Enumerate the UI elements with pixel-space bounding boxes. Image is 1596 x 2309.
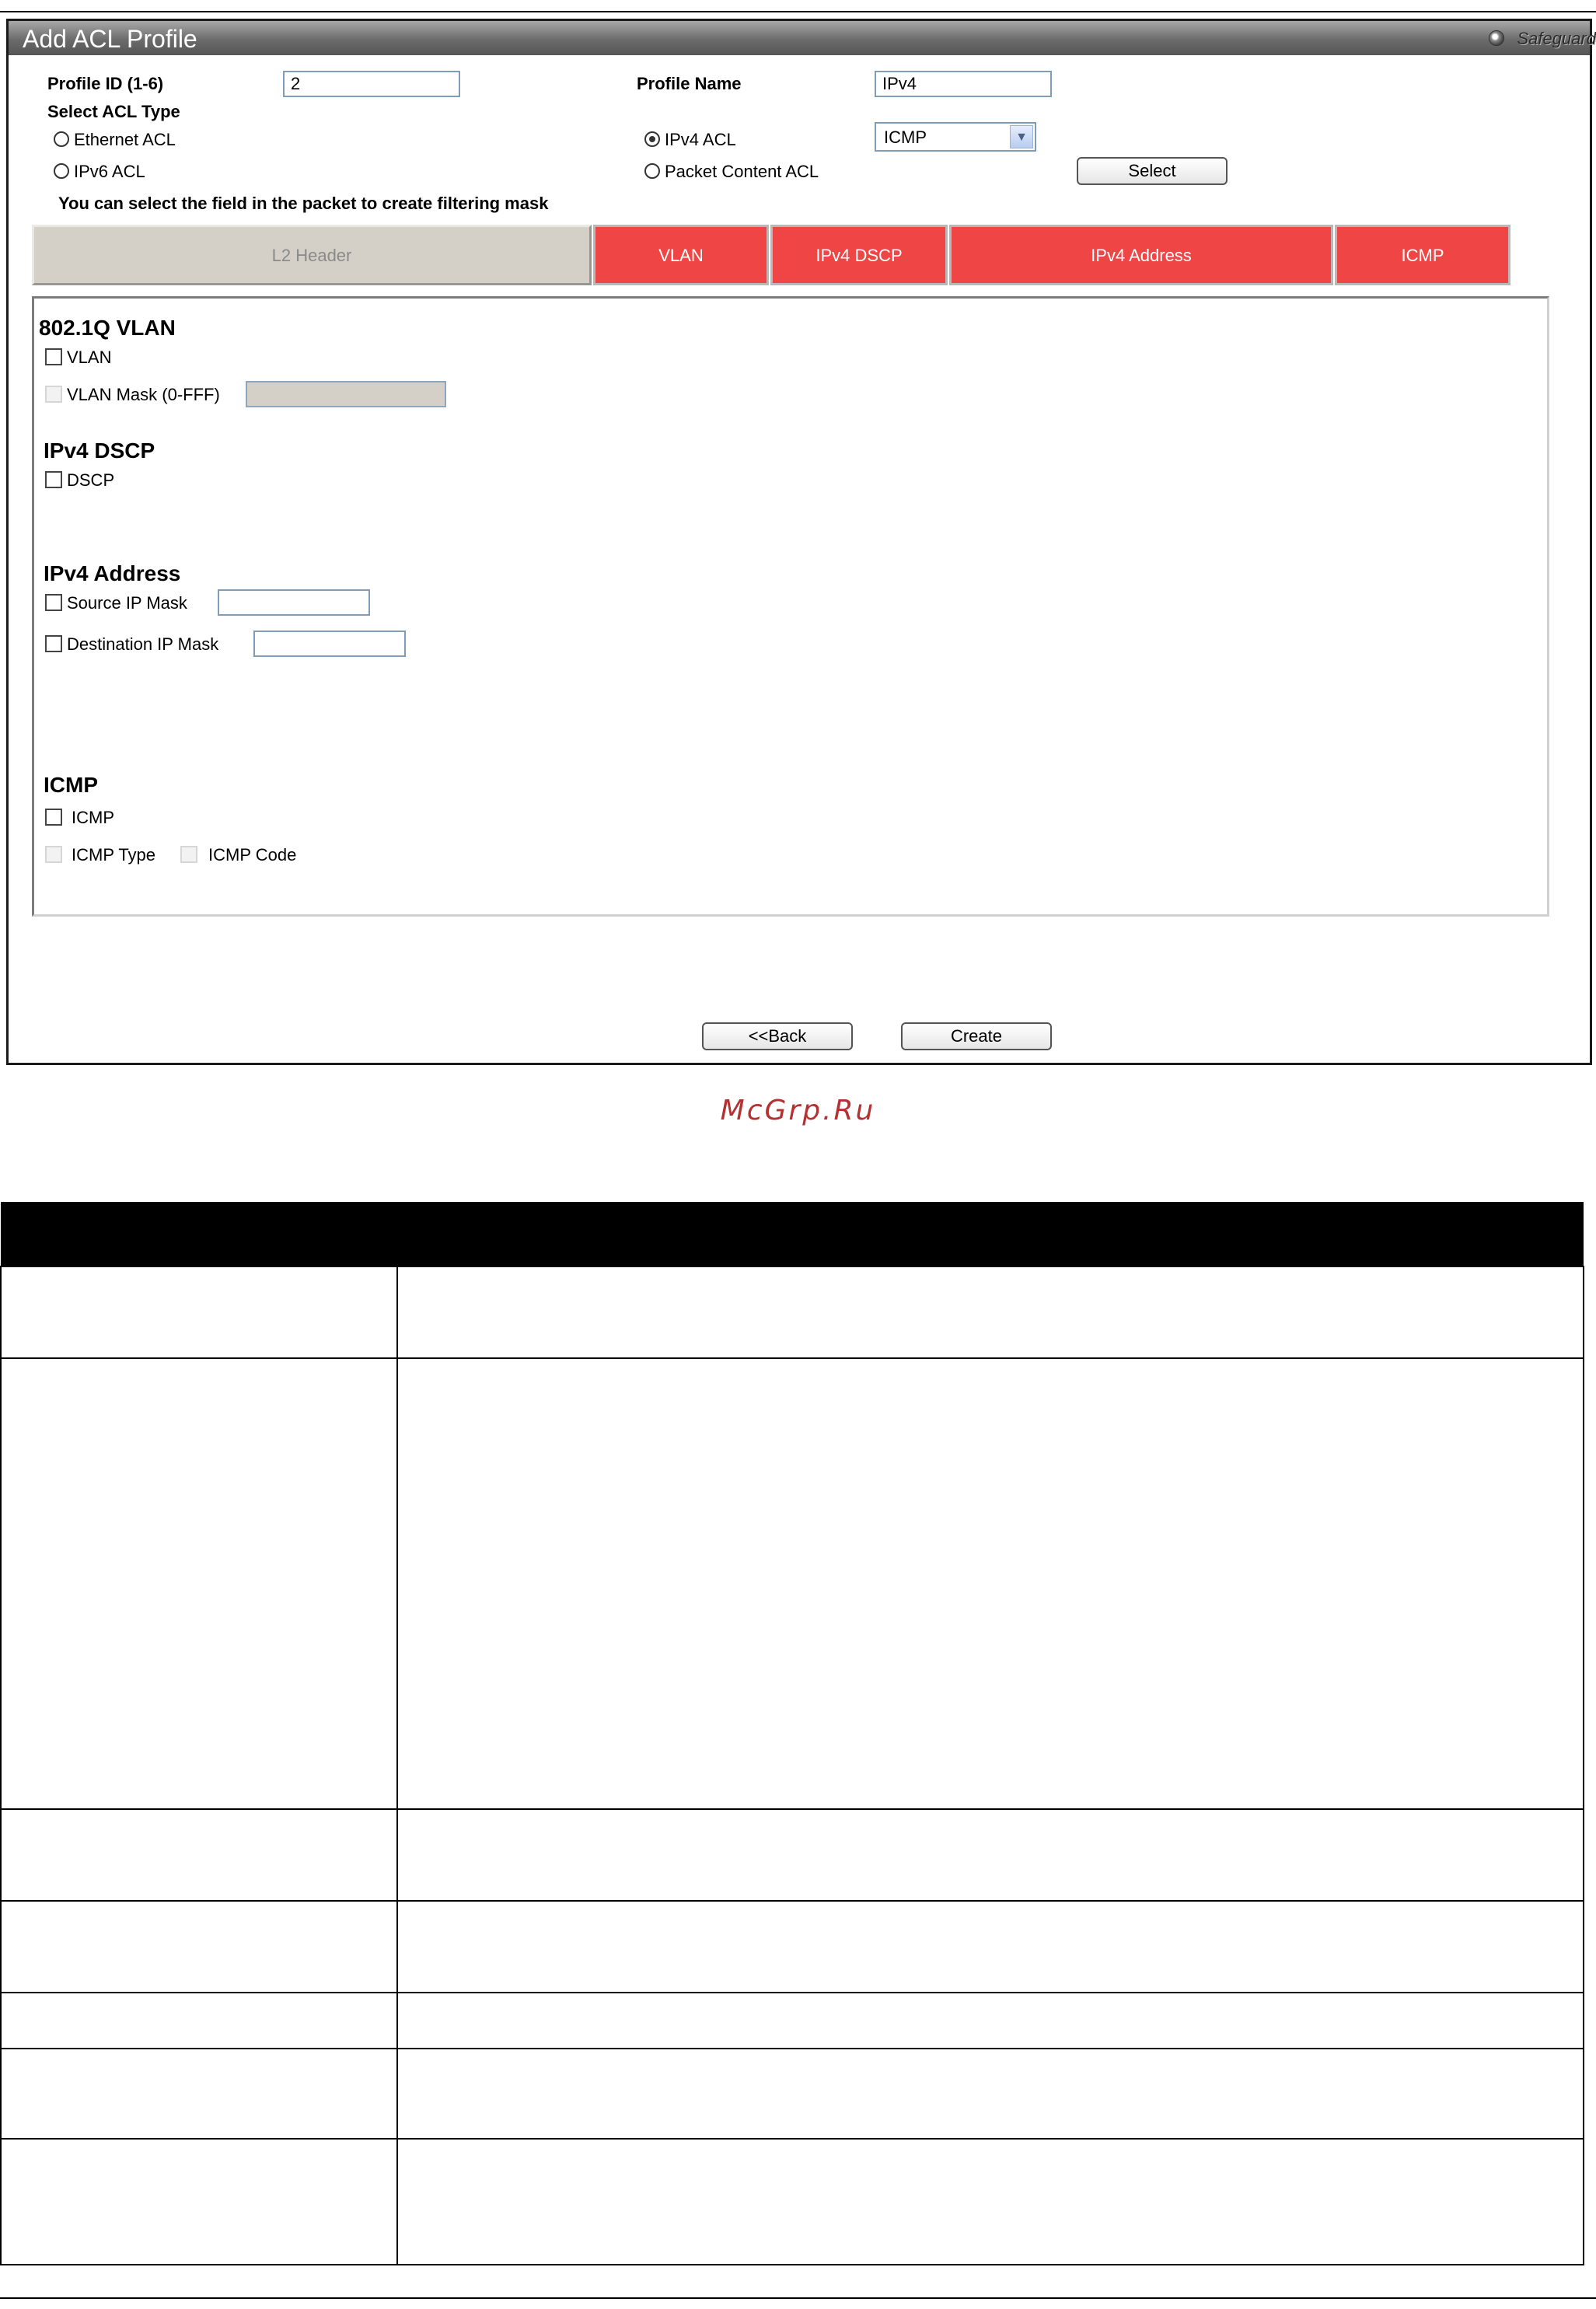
vlan-checkbox[interactable] bbox=[45, 348, 62, 365]
add-acl-profile-panel: Add ACL Profile Safeguard Profile ID (1-… bbox=[6, 19, 1596, 1065]
dscp-checkbox-label: DSCP bbox=[67, 470, 115, 490]
panel-title-bar: Add ACL Profile Safeguard bbox=[9, 21, 1596, 55]
source-ip-mask-label: Source IP Mask bbox=[67, 593, 187, 613]
table-row bbox=[0, 1357, 1584, 1810]
source-ip-mask-checkbox[interactable] bbox=[45, 594, 62, 611]
vlan-mask-label: VLAN Mask (0-FFF) bbox=[67, 385, 220, 404]
icmp-checkbox-label: ICMP bbox=[72, 808, 114, 827]
ipv4-address-section-title: IPv4 Address bbox=[44, 561, 181, 585]
vlan-mask-input[interactable] bbox=[246, 381, 446, 407]
tab-l2-header[interactable]: L2 Header bbox=[32, 225, 592, 285]
table-cell bbox=[0, 1357, 398, 1810]
safeguard-label: Safeguard bbox=[1517, 29, 1596, 48]
icmp-checkbox[interactable] bbox=[45, 809, 62, 826]
back-button[interactable]: <<Back bbox=[702, 1022, 853, 1050]
icmp-type-checkbox[interactable] bbox=[45, 846, 62, 863]
table-cell bbox=[0, 2048, 398, 2140]
dscp-checkbox[interactable] bbox=[45, 471, 62, 488]
filter-mask-area: 802.1Q VLAN VLAN VLAN Mask (0-FFF) IPv4 … bbox=[32, 296, 1549, 917]
ethernet-acl-radio[interactable] bbox=[54, 131, 69, 147]
icmp-section-title: ICMP bbox=[44, 773, 98, 797]
tab-ipv4-address[interactable]: IPv4 Address bbox=[949, 225, 1333, 285]
table-row bbox=[0, 1900, 1584, 1993]
table-header-row bbox=[1, 1202, 1584, 1266]
table-cell bbox=[396, 2048, 1584, 2140]
packet-content-acl-label: Packet Content ACL bbox=[665, 162, 819, 181]
table-cell bbox=[396, 2138, 1584, 2265]
table-header-cell bbox=[397, 1202, 1584, 1266]
ipv6-acl-label: IPv6 ACL bbox=[74, 162, 145, 181]
protocol-select-value: ICMP bbox=[884, 128, 927, 147]
table-row bbox=[0, 1992, 1584, 2049]
dscp-section-title: IPv4 DSCP bbox=[44, 438, 155, 463]
table-cell bbox=[0, 2138, 398, 2265]
tab-ipv4-dscp[interactable]: IPv4 DSCP bbox=[770, 225, 948, 285]
table-row bbox=[0, 2048, 1584, 2140]
field-hint-text: You can select the field in the packet t… bbox=[58, 194, 549, 213]
source-ip-mask-input[interactable] bbox=[218, 589, 370, 616]
destination-ip-mask-checkbox[interactable] bbox=[45, 635, 62, 652]
vlan-checkbox-label: VLAN bbox=[67, 348, 112, 367]
tab-icmp[interactable]: ICMP bbox=[1335, 225, 1510, 285]
table-header-cell bbox=[1, 1202, 397, 1266]
table-cell bbox=[396, 1357, 1584, 1810]
select-acl-type-label: Select ACL Type bbox=[47, 102, 180, 121]
table-cell bbox=[0, 1266, 398, 1359]
vlan-mask-checkbox[interactable] bbox=[45, 386, 62, 403]
safeguard-icon bbox=[1489, 30, 1505, 46]
ipv6-acl-radio[interactable] bbox=[54, 163, 69, 179]
chevron-down-icon: ▼ bbox=[1010, 125, 1033, 148]
table-cell bbox=[396, 1266, 1584, 1359]
select-button[interactable]: Select bbox=[1077, 157, 1228, 185]
profile-name-label: Profile Name bbox=[637, 74, 742, 93]
table-cell bbox=[396, 1900, 1584, 1993]
ipv4-acl-label: IPv4 ACL bbox=[665, 130, 736, 149]
icmp-code-checkbox[interactable] bbox=[180, 846, 197, 863]
top-rule bbox=[0, 11, 1596, 12]
destination-ip-mask-label: Destination IP Mask bbox=[67, 634, 219, 654]
packet-content-acl-radio[interactable] bbox=[644, 163, 660, 179]
table-row bbox=[0, 1266, 1584, 1359]
destination-ip-mask-input[interactable] bbox=[253, 631, 406, 657]
table-cell bbox=[396, 1992, 1584, 2049]
tab-vlan[interactable]: VLAN bbox=[593, 225, 769, 285]
create-button[interactable]: Create bbox=[901, 1022, 1052, 1050]
table-row bbox=[0, 1808, 1584, 1902]
profile-id-label: Profile ID (1-6) bbox=[47, 74, 164, 93]
vlan-section-title: 802.1Q VLAN bbox=[39, 316, 176, 340]
table-cell bbox=[0, 1808, 398, 1902]
icmp-code-label: ICMP Code bbox=[208, 845, 297, 865]
watermark-text: McGrp.Ru bbox=[720, 1095, 876, 1127]
bottom-rule bbox=[0, 2297, 1596, 2299]
icmp-type-label: ICMP Type bbox=[72, 845, 156, 865]
ipv4-acl-radio[interactable] bbox=[644, 131, 660, 147]
ethernet-acl-label: Ethernet ACL bbox=[74, 130, 176, 149]
panel-title: Add ACL Profile bbox=[23, 25, 197, 53]
table-row bbox=[0, 2138, 1584, 2265]
parameter-description-table bbox=[0, 1202, 1584, 2265]
table-cell bbox=[0, 1992, 398, 2049]
table-cell bbox=[0, 1900, 398, 1993]
protocol-select[interactable]: ICMP ▼ bbox=[875, 122, 1036, 152]
profile-name-input[interactable] bbox=[875, 71, 1052, 97]
profile-id-input[interactable] bbox=[283, 71, 460, 97]
table-cell bbox=[396, 1808, 1584, 1902]
safeguard-indicator[interactable]: Safeguard bbox=[1489, 29, 1596, 49]
